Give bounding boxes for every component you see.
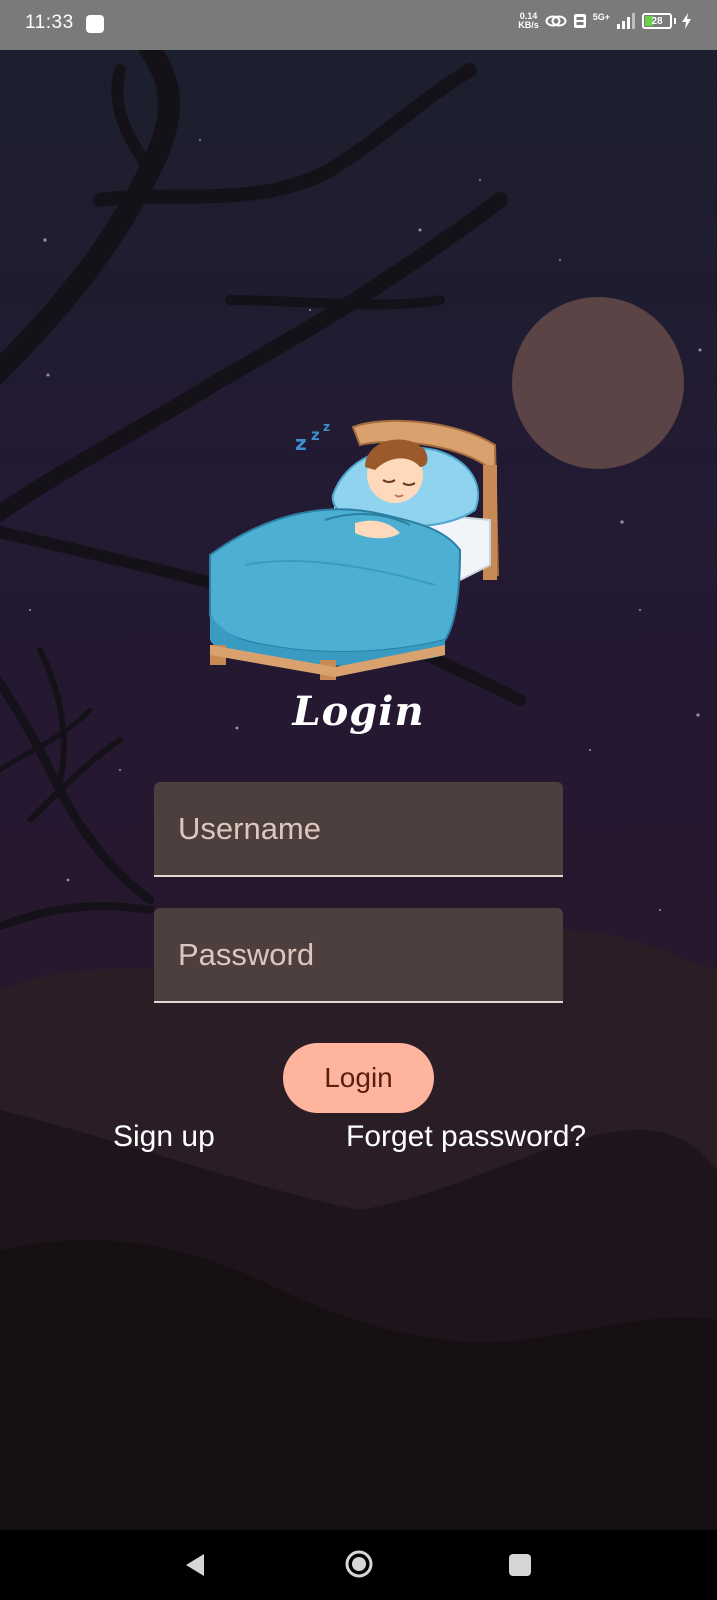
link-icon — [545, 15, 567, 27]
nav-recents-icon[interactable] — [509, 1554, 531, 1576]
svg-text:z: z — [311, 426, 320, 444]
login-screen: z z z Login Login Sign up Forget passwor… — [0, 50, 717, 1530]
status-time: 11:33 — [25, 12, 74, 33]
charging-icon — [682, 13, 691, 29]
volte-icon — [573, 14, 586, 28]
svg-text:z: z — [295, 431, 307, 455]
status-icons: 0.14 KB/s 5G+ 28 — [518, 12, 691, 30]
status-bar: 11:33 0.14 KB/s 5G+ 28 — [0, 0, 717, 50]
battery-level: 28 — [651, 15, 663, 27]
nav-home-icon[interactable] — [344, 1549, 374, 1579]
username-field[interactable] — [154, 782, 563, 877]
moon — [512, 297, 684, 469]
navigation-bar — [0, 1530, 717, 1600]
sleeping-boy-illustration: z z z — [209, 419, 500, 680]
signup-link[interactable]: Sign up — [113, 1120, 215, 1154]
network-type: 5G+ — [592, 12, 610, 22]
username-input[interactable] — [154, 782, 563, 875]
forgot-password-link[interactable]: Forget password? — [346, 1120, 586, 1154]
svg-text:z: z — [323, 420, 330, 434]
login-button[interactable]: Login — [283, 1043, 434, 1113]
password-input[interactable] — [154, 908, 563, 1001]
page-title: Login — [292, 688, 425, 735]
nav-back-icon[interactable] — [184, 1552, 206, 1578]
signal-icon — [617, 13, 635, 29]
notification-icon — [86, 15, 104, 33]
net-speed-unit: KB/s — [518, 20, 539, 30]
password-field[interactable] — [154, 908, 563, 1003]
net-speed: 0.14 KB/s — [518, 12, 539, 30]
battery-icon: 28 — [642, 13, 672, 29]
